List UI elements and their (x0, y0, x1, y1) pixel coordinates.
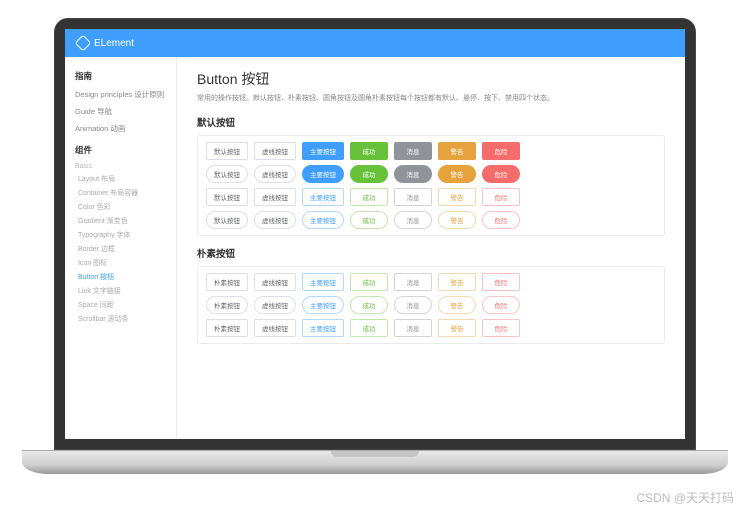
plain-success-button-round[interactable]: 成功 (350, 296, 388, 314)
sidebar-basic-item[interactable]: Border 边框 (75, 242, 176, 256)
dashed-button-plain-round[interactable]: 虚线按钮 (254, 211, 296, 229)
demo-plain-buttons: 朴素按钮 虚线按钮 主要按钮 成功 消息 警告 危险 朴素按钮 虚线按钮 主要按… (197, 266, 665, 344)
plain-default-button-round[interactable]: 朴素按钮 (206, 296, 248, 314)
sidebar-basic-item[interactable]: Container 布局容器 (75, 186, 176, 200)
warning-button-plain-round[interactable]: 警告 (438, 211, 476, 229)
info-button-plain[interactable]: 消息 (394, 188, 432, 206)
info-button-round[interactable]: 消息 (394, 165, 432, 183)
sidebar-guide-item[interactable]: Animation 动画 (75, 120, 176, 137)
default-button-plain[interactable]: 默认按钮 (206, 188, 248, 206)
danger-button-round[interactable]: 危险 (482, 165, 520, 183)
plain-danger-button-2[interactable]: 危险 (482, 319, 520, 337)
dashed-button-round[interactable]: 虚线按钮 (254, 165, 296, 183)
sidebar-guide-item[interactable]: Guide 导航 (75, 103, 176, 120)
default-button[interactable]: 默认按钮 (206, 142, 248, 160)
plain-success-button[interactable]: 成功 (350, 273, 388, 291)
section-plain-buttons: 朴素按钮 (197, 246, 665, 260)
plain-default-button[interactable]: 朴素按钮 (206, 273, 248, 291)
sidebar-basic-item[interactable]: Space 间距 (75, 298, 176, 312)
page-description: 常用的操作按钮。默认按钮、朴素按钮、圆角按钮及圆角朴素按钮每个按钮都有默认、悬停… (197, 93, 665, 103)
success-button-plain-round[interactable]: 成功 (350, 211, 388, 229)
success-button-plain[interactable]: 成功 (350, 188, 388, 206)
success-button-round[interactable]: 成功 (350, 165, 388, 183)
plain-primary-button[interactable]: 主要按钮 (302, 273, 344, 291)
sidebar-section-components: 组件 (75, 144, 176, 156)
warning-button-round[interactable]: 警告 (438, 165, 476, 183)
default-button-plain-round[interactable]: 默认按钮 (206, 211, 248, 229)
sidebar-basic-item[interactable]: Icon 图标 (75, 256, 176, 270)
brand-logo-icon (75, 35, 92, 52)
plain-primary-button-round[interactable]: 主要按钮 (302, 296, 344, 314)
plain-danger-button[interactable]: 危险 (482, 273, 520, 291)
primary-button-plain-round[interactable]: 主要按钮 (302, 211, 344, 229)
info-button-plain-round[interactable]: 消息 (394, 211, 432, 229)
danger-button[interactable]: 危险 (482, 142, 520, 160)
laptop-base (22, 450, 728, 474)
sidebar: 指南 Design principles 设计原则Guide 导航Animati… (65, 57, 177, 439)
plain-success-button-2[interactable]: 成功 (350, 319, 388, 337)
brand-name: ELement (94, 38, 134, 49)
plain-info-button-2[interactable]: 消息 (394, 319, 432, 337)
plain-primary-button-2[interactable]: 主要按钮 (302, 319, 344, 337)
section-default-buttons: 默认按钮 (197, 115, 665, 129)
warning-button[interactable]: 警告 (438, 142, 476, 160)
sidebar-guide-item[interactable]: Design principles 设计原则 (75, 86, 176, 103)
sidebar-basic-item[interactable]: Link 文字链接 (75, 284, 176, 298)
plain-dashed-button-round[interactable]: 虚线按钮 (254, 296, 296, 314)
warning-button-plain[interactable]: 警告 (438, 188, 476, 206)
sidebar-basic-item[interactable]: Gradient 渐变色 (75, 214, 176, 228)
sidebar-category-basic: Basic (75, 160, 176, 172)
dashed-button-plain[interactable]: 虚线按钮 (254, 188, 296, 206)
sidebar-section-guide: 指南 (75, 70, 176, 82)
primary-button-round[interactable]: 主要按钮 (302, 165, 344, 183)
plain-warning-button[interactable]: 警告 (438, 273, 476, 291)
primary-button-plain[interactable]: 主要按钮 (302, 188, 344, 206)
danger-button-plain[interactable]: 危险 (482, 188, 520, 206)
sidebar-basic-item[interactable]: Layout 布局 (75, 172, 176, 186)
dashed-button[interactable]: 虚线按钮 (254, 142, 296, 160)
plain-info-button-round[interactable]: 消息 (394, 296, 432, 314)
danger-button-plain-round[interactable]: 危险 (482, 211, 520, 229)
plain-warning-button-round[interactable]: 警告 (438, 296, 476, 314)
plain-default-button-2[interactable]: 朴素按钮 (206, 319, 248, 337)
plain-warning-button-2[interactable]: 警告 (438, 319, 476, 337)
main-content: Button 按钮 常用的操作按钮。默认按钮、朴素按钮、圆角按钮及圆角朴素按钮每… (177, 57, 685, 439)
sidebar-basic-item[interactable]: Button 按钮 (75, 270, 176, 284)
success-button[interactable]: 成功 (350, 142, 388, 160)
sidebar-basic-item[interactable]: Typography 字体 (75, 228, 176, 242)
primary-button[interactable]: 主要按钮 (302, 142, 344, 160)
page-title: Button 按钮 (197, 69, 665, 89)
sidebar-basic-item[interactable]: Color 色彩 (75, 200, 176, 214)
default-button-round[interactable]: 默认按钮 (206, 165, 248, 183)
watermark: CSDN @天天打码 (636, 489, 734, 506)
plain-info-button[interactable]: 消息 (394, 273, 432, 291)
demo-default-buttons: 默认按钮 虚线按钮 主要按钮 成功 消息 警告 危险 默认按钮 虚线按钮 主要按… (197, 135, 665, 236)
info-button[interactable]: 消息 (394, 142, 432, 160)
plain-danger-button-round[interactable]: 危险 (482, 296, 520, 314)
plain-dashed-button[interactable]: 虚线按钮 (254, 273, 296, 291)
app-header: ELement (65, 29, 685, 57)
plain-dashed-button-2[interactable]: 虚线按钮 (254, 319, 296, 337)
sidebar-basic-item[interactable]: Scrollbar 滚动条 (75, 312, 176, 326)
